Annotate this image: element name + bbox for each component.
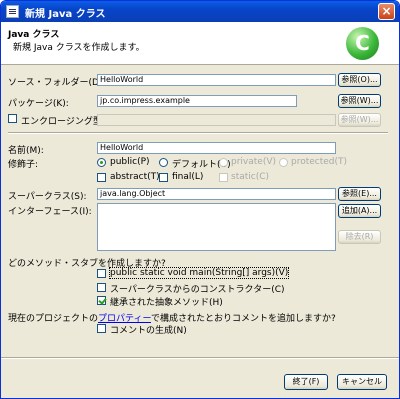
- close-button[interactable]: ×: [378, 3, 395, 20]
- superclass-label: スーパークラス(S):: [8, 192, 87, 202]
- window-icon: [6, 5, 19, 18]
- window-title: 新規 Java クラス: [25, 9, 106, 20]
- interfaces-label: インターフェース(I):: [8, 207, 92, 217]
- remove-interface-button[interactable]: 除去(R): [338, 230, 381, 244]
- modifier-abstract-label: abstract(T): [110, 172, 160, 182]
- java-class-logo-icon: C: [346, 27, 379, 60]
- generate-comments-checkbox[interactable]: [97, 324, 106, 333]
- new-java-class-dialog: 新規 Java クラス × Java クラス 新規 Java クラスを作成します…: [0, 0, 400, 399]
- modifiers-label: 修飾子:: [8, 160, 39, 170]
- stub-inherited-checkbox[interactable]: [97, 296, 106, 305]
- header-description: 新規 Java クラスを作成します。: [13, 43, 145, 53]
- modifier-final-checkbox[interactable]: [159, 173, 168, 182]
- package-browse-button[interactable]: 参照(W)...: [338, 94, 381, 108]
- enclosing-type-input[interactable]: [97, 114, 336, 126]
- superclass-input[interactable]: java.lang.Object: [97, 188, 336, 200]
- modifier-final-label: final(L): [172, 172, 204, 182]
- stub-constructors-checkbox[interactable]: [97, 283, 106, 292]
- enclosing-type-browse-button[interactable]: 参照(W)...: [338, 113, 381, 127]
- package-label: パッケージ(K):: [8, 99, 69, 109]
- modifier-static-checkbox[interactable]: [219, 173, 228, 182]
- enclosing-type-checkbox[interactable]: [8, 114, 17, 123]
- modifier-public-label: public(P): [110, 157, 150, 167]
- stub-constructors-label: スーパークラスからのコンストラクター(C): [110, 285, 285, 295]
- interfaces-list[interactable]: [97, 203, 336, 251]
- class-name-input[interactable]: HelloWorld: [97, 142, 336, 154]
- superclass-browse-button[interactable]: 参照(E)...: [338, 187, 381, 201]
- cancel-button[interactable]: キャンセル: [337, 374, 387, 390]
- stub-inherited-label: 継承された抽象メソッド(H): [110, 298, 223, 308]
- source-folder-input[interactable]: HelloWorld: [97, 74, 336, 86]
- dialog-header: Java クラス 新規 Java クラスを作成します。 C: [1, 22, 399, 65]
- name-label: 名前(M):: [8, 146, 44, 156]
- modifier-protected-radio[interactable]: [279, 158, 288, 167]
- modifier-private-radio[interactable]: [219, 158, 228, 167]
- modifier-abstract-checkbox[interactable]: [97, 173, 106, 182]
- modifier-protected-label: protected(T): [291, 157, 348, 167]
- modifier-static-label: static(C): [231, 172, 270, 182]
- footer-separator: [1, 357, 399, 359]
- header-title: Java クラス: [8, 30, 60, 40]
- add-interface-button[interactable]: 追加(A)...: [338, 204, 381, 218]
- stub-main-checkbox[interactable]: [97, 269, 106, 278]
- finish-button[interactable]: 終了(F): [284, 374, 328, 390]
- stub-main-label: public static void main(String[] args)(V…: [108, 267, 290, 279]
- comments-question-prefix: 現在のプロジェクトの: [8, 314, 99, 324]
- source-folder-label: ソース・フォルダー(D):: [8, 78, 106, 88]
- generate-comments-label: コメントの生成(N): [110, 326, 187, 336]
- title-bar[interactable]: 新規 Java クラス ×: [1, 1, 399, 22]
- source-folder-browse-button[interactable]: 参照(O)...: [338, 73, 381, 87]
- separator: [8, 132, 388, 134]
- package-input[interactable]: jp.co.impress.example: [97, 95, 297, 107]
- modifier-public-radio[interactable]: [97, 158, 106, 167]
- modifier-private-label: private(V): [231, 157, 276, 167]
- modifier-default-radio[interactable]: [159, 158, 168, 167]
